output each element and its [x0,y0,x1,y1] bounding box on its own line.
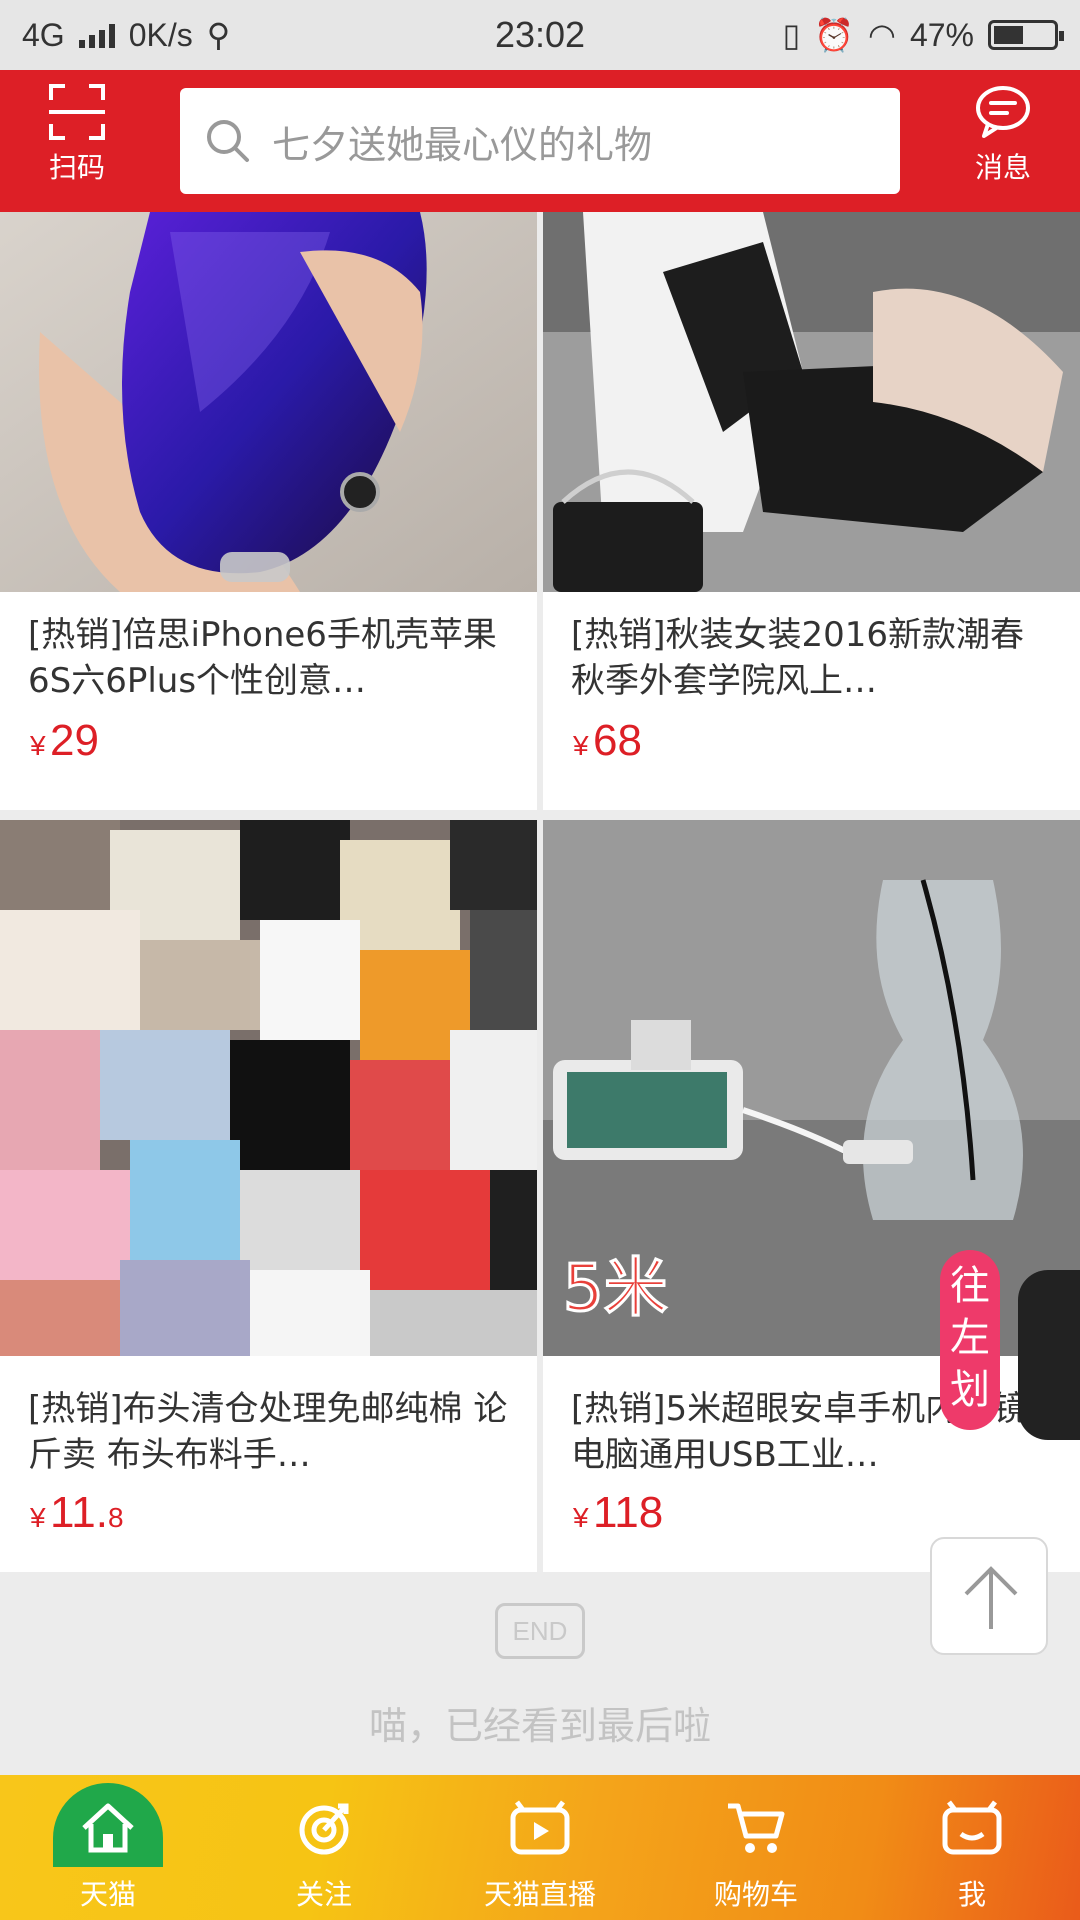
product-image-fabric [0,820,537,1356]
end-of-list: END 喵，已经看到最后啦 [0,1575,1080,1775]
tab-label: 关注 [295,1878,352,1911]
battery-percent: 47% [909,16,974,53]
network-speed: 0K/s [128,16,193,53]
message-icon [976,86,1030,138]
live-icon [510,1800,570,1855]
scan-icon [49,84,105,140]
price-amount: 11. [50,1488,108,1537]
network-type: 4G [22,16,65,53]
currency-symbol: ¥ [30,1502,46,1533]
product-image-sweater [543,212,1080,592]
product-title: [热销]布头清仓处理免邮纯棉 论斤卖 布头布料手… [28,1389,508,1475]
follow-icon [299,1803,349,1855]
tab-label: 购物车 [713,1878,798,1911]
tab-follow[interactable]: 关注 [216,1775,432,1920]
tab-label: 天猫 [79,1878,136,1911]
bottom-tab-bar: 天猫 关注 天猫直播 购物车 我 [0,1775,1080,1920]
arrow-up-icon [964,1566,1018,1629]
price-amount: 29 [50,716,99,765]
scan-label: 扫码 [48,151,105,184]
search-placeholder: 七夕送她最心仪的礼物 [272,122,653,167]
tab-label: 我 [957,1878,986,1911]
price-amount: 118 [593,1488,664,1537]
price-decimal: 8 [107,1502,124,1533]
currency-symbol: ¥ [30,730,46,761]
product-title: [热销]秋装女装2016新款潮春秋季外套学院风上… [571,615,1025,701]
signal-icon [78,22,115,48]
product-price: ¥ 29 [0,716,537,766]
product-title: [热销]倍思iPhone6手机壳苹果6S六6Plus个性创意… [28,615,497,701]
price-amount: 68 [593,716,642,765]
wifi-icon: ◠ [868,17,896,53]
cart-icon [728,1803,785,1853]
message-button[interactable]: 消息 [938,84,1068,186]
usb-icon: ⚲ [206,17,231,53]
scan-button[interactable]: 扫码 [12,84,142,186]
product-card[interactable]: [热销]倍思iPhone6手机壳苹果6S六6Plus个性创意… ¥ 29 [0,212,537,810]
currency-symbol: ¥ [573,1502,589,1533]
end-text: 喵，已经看到最后啦 [368,1704,711,1748]
product-price: ¥ 11.8 [0,1488,537,1538]
tab-cart[interactable]: 购物车 [648,1775,864,1920]
home-icon [82,1803,134,1853]
product-card[interactable]: [热销]秋装女装2016新款潮春秋季外套学院风上… ¥ 68 [543,212,1080,810]
product-image-phone-case [0,212,537,592]
swipe-left-ad[interactable]: 往左划 [940,1250,1000,1430]
tab-me[interactable]: 我 [864,1775,1080,1920]
tab-live[interactable]: 天猫直播 [432,1775,648,1920]
product-card[interactable]: 5米 [热销]5米超眼安卓手机内窥镜电脑通用USB工业… ¥ 118 [543,820,1080,1572]
back-to-top-button[interactable] [930,1537,1048,1655]
message-label: 消息 [974,151,1031,184]
image-overlay-text: 5米 [563,1252,668,1326]
status-bar: 4G 0K/s ⚲ 23:02 ▯ ⏰ ◠ 47% [0,0,1080,70]
product-price: ¥ 68 [543,716,1080,766]
profile-icon [942,1800,1002,1855]
top-header: 扫码 七夕送她最心仪的礼物 消息 [0,70,1080,212]
swipe-left-text: 往左划 [950,1263,990,1413]
vibrate-icon: ▯ [782,17,801,53]
search-icon [207,120,249,162]
end-badge: END [495,1603,585,1659]
tab-label: 天猫直播 [483,1878,596,1911]
currency-symbol: ¥ [573,730,589,761]
search-input[interactable]: 七夕送她最心仪的礼物 [180,88,900,194]
battery-icon [988,20,1064,50]
cat-mascot-icon[interactable] [1018,1270,1080,1440]
tab-tmall[interactable]: 天猫 [0,1775,216,1920]
alarm-icon: ⏰ [814,17,855,53]
product-price: ¥ 118 [543,1488,1080,1538]
product-card[interactable]: [热销]布头清仓处理免邮纯棉 论斤卖 布头布料手… ¥ 11.8 [0,820,537,1572]
